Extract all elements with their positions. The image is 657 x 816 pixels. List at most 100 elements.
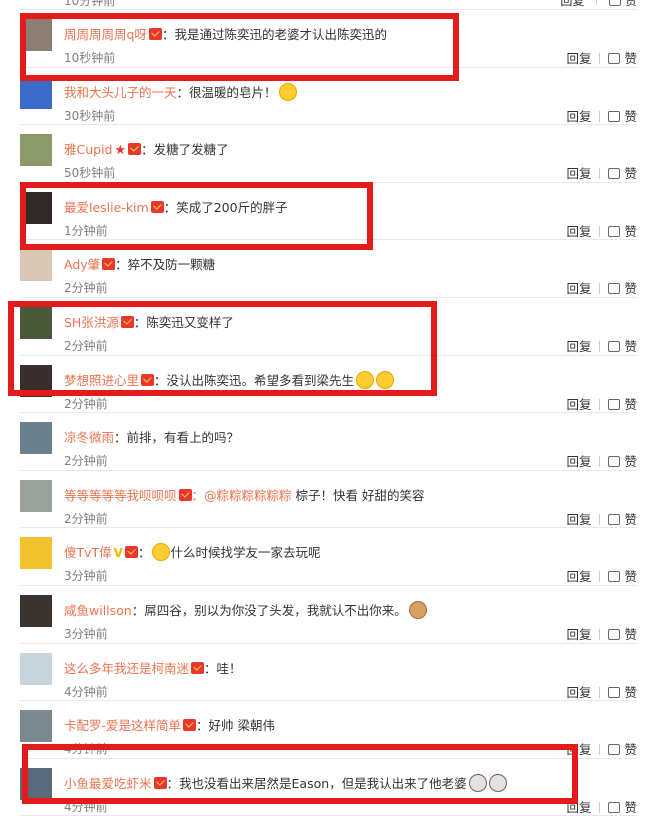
comment-time: 3分钟前 — [64, 626, 108, 641]
comment-row: 凉冬微雨：前排，有看上的吗？ 2分钟前 回复 赞 — [20, 413, 637, 471]
username-link[interactable]: 凉冬微雨 — [64, 430, 114, 445]
like-link[interactable]: 赞 — [624, 627, 637, 642]
like-link[interactable]: 赞 — [625, 0, 637, 8]
avatar[interactable] — [20, 710, 52, 743]
vip-badge-icon — [178, 488, 192, 501]
avatar[interactable] — [20, 537, 52, 570]
username-link[interactable]: 这么多年我还是柯南迷 — [64, 661, 189, 676]
comment-line: 凉冬微雨：前排，有看上的吗？ — [64, 427, 239, 446]
like-link[interactable]: 赞 — [624, 339, 637, 354]
avatar[interactable] — [20, 76, 52, 109]
like-link[interactable]: 赞 — [624, 800, 637, 815]
like-icon[interactable] — [608, 168, 621, 180]
avatar[interactable] — [20, 249, 52, 282]
comment-text: ：屌四谷，别以为你没了头发，我就认不出你来。 — [131, 602, 407, 618]
like-icon[interactable] — [608, 513, 621, 525]
like-icon[interactable] — [608, 110, 621, 122]
like-icon[interactable] — [608, 456, 621, 468]
comment-text: ：很温暖的皂片！ — [176, 84, 277, 100]
divider — [599, 225, 601, 237]
like-icon[interactable] — [608, 628, 621, 640]
reply-link[interactable]: 回复 — [566, 339, 591, 354]
username-link[interactable]: 咸鱼willson — [64, 603, 132, 618]
like-link[interactable]: 赞 — [624, 512, 637, 527]
like-icon[interactable] — [608, 686, 621, 698]
username-link[interactable]: 卡配罗-爱是这样简单 — [64, 718, 181, 733]
like-link[interactable]: 赞 — [624, 454, 637, 469]
like-link[interactable]: 赞 — [624, 224, 637, 239]
like-icon[interactable] — [608, 225, 621, 237]
avatar[interactable] — [20, 652, 52, 685]
comment-line: 这么多年我还是柯南迷 ：哇！ — [64, 658, 242, 677]
like-link[interactable]: 赞 — [624, 109, 637, 124]
like-icon[interactable] — [608, 53, 621, 64]
comment-line: 卡配罗-爱是这样简单 ：好帅 梁朝伟 — [64, 715, 275, 734]
comment-text: ：猝不及防一颗糖 — [115, 257, 216, 273]
reply-link[interactable]: 回复 — [566, 512, 591, 527]
comment-actions: 回复 赞 — [566, 682, 637, 701]
highlight-box — [20, 182, 373, 250]
divider — [599, 283, 601, 295]
like-icon[interactable] — [608, 744, 621, 756]
comment-actions: 回复 赞 — [566, 278, 637, 297]
username-link[interactable]: Ady肇 — [64, 257, 100, 272]
reply-link[interactable]: 回复 — [566, 166, 591, 181]
comment-actions: 回复 赞 — [566, 48, 637, 67]
comment-text: ：发糖了发糖了 — [141, 142, 229, 158]
reply-link[interactable]: 回复 — [566, 51, 591, 66]
star-icon: ★ — [114, 143, 127, 159]
vip-badge-icon — [191, 661, 205, 674]
comment-time: 50秒钟前 — [64, 166, 116, 181]
username-link[interactable]: 我和大头儿子的一天 — [64, 85, 177, 100]
username-link[interactable]: 雅Cupid — [64, 142, 113, 157]
like-link[interactable]: 赞 — [624, 281, 637, 296]
comment-actions: 回复 赞 — [566, 394, 637, 413]
reply-link[interactable]: 回复 — [566, 627, 591, 642]
reply-link[interactable]: 回复 — [566, 397, 591, 412]
comment-row: 等等等等等我呗呗呗 ：@粽粽粽粽粽粽 棕子！快看 好甜的笑容 2分钟前 回复 赞 — [20, 471, 637, 529]
like-link[interactable]: 赞 — [624, 397, 637, 412]
avatar[interactable] — [20, 479, 52, 512]
mention-link[interactable]: ：@粽粽粽粽粽粽 — [192, 488, 292, 503]
reply-link[interactable]: 回复 — [566, 109, 591, 124]
like-link[interactable]: 赞 — [624, 685, 637, 700]
like-icon[interactable] — [608, 801, 621, 813]
comment-colon: ： — [137, 545, 151, 561]
like-icon[interactable] — [608, 283, 621, 295]
username-link[interactable]: 傻TvT偉 — [64, 545, 112, 560]
comment-text: ：哇！ — [204, 660, 242, 676]
username-link[interactable]: 等等等等等我呗呗呗 — [64, 488, 177, 503]
divider — [596, 0, 598, 5]
divider — [599, 628, 601, 640]
avatar[interactable] — [20, 422, 52, 455]
like-link[interactable]: 赞 — [624, 569, 637, 584]
like-link[interactable]: 赞 — [624, 742, 637, 757]
like-link[interactable]: 赞 — [624, 166, 637, 181]
reply-link[interactable]: 回复 — [566, 281, 591, 296]
reply-link[interactable]: 回复 — [566, 569, 591, 584]
comment-text: ：前排，有看上的吗？ — [114, 430, 240, 446]
avatar[interactable] — [20, 594, 52, 627]
divider — [599, 571, 601, 583]
highlight-box — [22, 744, 578, 804]
reply-link[interactable]: 回复 — [560, 0, 584, 8]
vip-badge-icon — [183, 719, 197, 732]
like-icon[interactable] — [608, 398, 621, 410]
comment-line: 咸鱼willson：屌四谷，别以为你没了头发，我就认不出你来。 — [64, 600, 427, 619]
reply-link[interactable]: 回复 — [566, 454, 591, 469]
vip-badge-icon — [102, 258, 116, 271]
reply-link[interactable]: 回复 — [566, 224, 591, 239]
comment-line: 傻TvT偉 V ： 什么时候找学友一家去玩呢 — [64, 542, 321, 562]
comment-row: 咸鱼willson：屌四谷，别以为你没了头发，我就认不出你来。 3分钟前 回复 赞 — [20, 586, 637, 644]
like-icon[interactable] — [608, 571, 621, 583]
divider — [599, 744, 601, 756]
like-icon[interactable] — [608, 0, 621, 6]
like-link[interactable]: 赞 — [624, 51, 637, 66]
like-icon[interactable] — [608, 340, 621, 352]
divider — [599, 110, 601, 122]
reply-link[interactable]: 回复 — [566, 685, 591, 700]
comment-line: Ady肇 ：猝不及防一颗糖 — [64, 254, 215, 273]
comment-actions: 回复 赞 — [566, 163, 637, 182]
avatar[interactable] — [20, 134, 52, 167]
comment-time: 30秒钟前 — [64, 108, 116, 123]
